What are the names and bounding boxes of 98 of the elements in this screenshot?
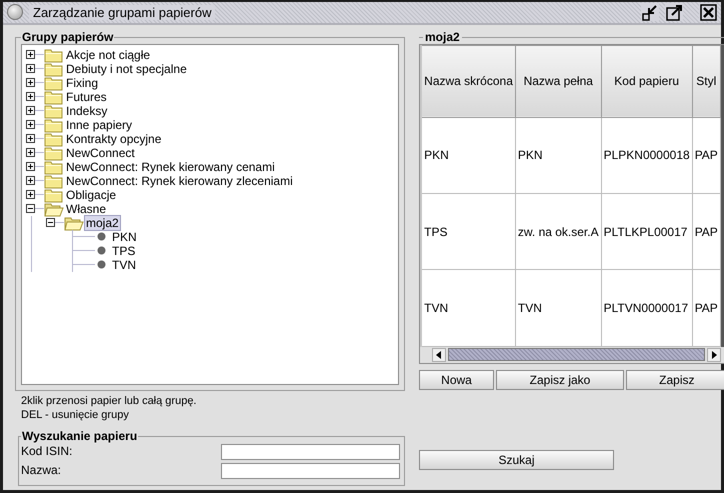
panel-title: Wyszukanie papieru	[21, 430, 138, 443]
bullet-icon	[97, 246, 106, 256]
expand-toggle[interactable]	[26, 176, 35, 186]
field-label: Nazwa:	[21, 463, 62, 478]
tree-item[interactable]: Indeksy	[64, 104, 110, 118]
expand-toggle[interactable]	[26, 134, 35, 144]
action-button[interactable]: Nowa	[419, 370, 494, 390]
minimize-icon	[642, 4, 658, 21]
column-header[interactable]: Nazwa pełna	[515, 45, 602, 118]
bullet-icon	[97, 260, 106, 270]
window-menu-icon[interactable]	[7, 4, 23, 20]
expand-toggle[interactable]	[26, 120, 35, 130]
expand-toggle[interactable]	[26, 162, 35, 172]
minimize-button[interactable]	[641, 3, 659, 22]
collapse-toggle[interactable]	[46, 218, 55, 228]
table-cell: PLTVN0000017	[601, 270, 692, 346]
bullet-icon	[97, 232, 106, 242]
tree-item[interactable]: Obligacje	[64, 188, 118, 202]
expand-toggle[interactable]	[26, 190, 35, 200]
expand-toggle[interactable]	[26, 50, 35, 60]
plus-icon	[27, 135, 34, 142]
folder-icon	[44, 186, 64, 203]
expand-toggle[interactable]	[26, 64, 35, 74]
plus-icon	[27, 177, 34, 184]
tree-item[interactable]: PKN	[110, 230, 139, 244]
input-field[interactable]	[221, 462, 400, 478]
tree-item[interactable]: Futures	[64, 90, 109, 104]
folder-icon	[44, 144, 64, 161]
table-cell: PAP	[692, 270, 720, 346]
expand-toggle[interactable]	[26, 106, 35, 116]
table-cell: TVN	[422, 270, 516, 346]
scrollbar-thumb[interactable]	[448, 348, 705, 362]
tree-item[interactable]: moja2	[84, 214, 121, 232]
panel-title: Grupy papierów	[21, 30, 114, 44]
table-cell: PAP	[692, 117, 720, 194]
column-header[interactable]: Kod papieru	[601, 45, 692, 118]
expand-toggle[interactable]	[26, 92, 35, 102]
tree-item[interactable]: TVN	[110, 258, 138, 272]
left-arrow-icon	[435, 350, 443, 359]
tree-item[interactable]: Własne	[64, 202, 108, 216]
column-header[interactable]: Nazwa skrócona	[422, 45, 516, 118]
collapse-toggle[interactable]	[26, 204, 35, 214]
folder-icon	[44, 172, 64, 189]
table-cell: PLTLKPL00017	[601, 194, 692, 270]
maximize-button[interactable]	[665, 3, 683, 22]
plus-icon	[27, 65, 34, 72]
tree-item[interactable]: NewConnect: Rynek kierowany zleceniami	[64, 174, 295, 188]
table-cell: TVN	[515, 270, 602, 346]
table-cell: zw. na ok.ser.A	[515, 194, 602, 270]
plus-icon	[27, 93, 34, 100]
search-button[interactable]: Szukaj	[419, 450, 614, 470]
action-button[interactable]: Zapisz	[626, 370, 724, 390]
tree-item[interactable]: NewConnect	[64, 146, 137, 160]
close-button[interactable]	[699, 3, 717, 22]
tree-item[interactable]: Fixing	[64, 76, 100, 90]
hint-text: DEL - usunięcie grupy	[20, 408, 130, 422]
table-cell: PAP	[692, 194, 720, 270]
tree-item[interactable]: Akcje not ciągłe	[64, 48, 152, 62]
folder-icon	[44, 74, 64, 91]
close-icon	[700, 4, 716, 21]
tree-item[interactable]: Debiuty i not specjalne	[64, 62, 189, 76]
scroll-right-button[interactable]	[706, 348, 721, 362]
panel-title: moja2	[424, 30, 461, 44]
tree-item[interactable]: TPS	[110, 244, 138, 258]
field-label: Kod ISIN:	[21, 444, 74, 459]
scroll-left-button[interactable]	[432, 348, 446, 362]
folder-icon	[44, 158, 64, 175]
maximize-icon	[666, 4, 682, 21]
table-cell: TPS	[422, 194, 516, 270]
folder-icon	[44, 60, 64, 77]
tree-item[interactable]: Inne papiery	[64, 118, 134, 132]
table-cell: PKN	[422, 117, 516, 194]
expand-toggle[interactable]	[26, 78, 35, 88]
tree-item[interactable]: NewConnect: Rynek kierowany cenami	[64, 160, 277, 174]
action-button[interactable]: Zapisz jako	[496, 370, 624, 390]
open-folder-icon	[64, 214, 84, 231]
hint-text: 2klik przenosi papier lub całą grupę.	[20, 394, 198, 408]
folder-icon	[44, 46, 64, 63]
open-folder-icon	[44, 200, 64, 217]
folder-icon	[44, 116, 64, 133]
expand-toggle[interactable]	[26, 148, 35, 158]
plus-icon	[27, 191, 34, 198]
plus-icon	[27, 163, 34, 170]
column-header[interactable]: Styl	[692, 45, 720, 118]
table-cell: PLPKN0000018	[601, 117, 692, 194]
window-title: Zarządzanie grupami papierów	[29, 4, 216, 20]
plus-icon	[27, 107, 34, 114]
plus-icon	[27, 149, 34, 156]
folder-icon	[44, 88, 64, 105]
input-field[interactable]	[221, 444, 400, 460]
plus-icon	[27, 121, 34, 128]
tree-item[interactable]: Kontrakty opcyjne	[64, 132, 164, 146]
folder-icon	[44, 102, 64, 119]
table-cell: PKN	[515, 117, 602, 194]
right-arrow-icon	[710, 350, 718, 359]
folder-icon	[44, 130, 64, 147]
plus-icon	[27, 79, 34, 86]
plus-icon	[27, 51, 34, 58]
